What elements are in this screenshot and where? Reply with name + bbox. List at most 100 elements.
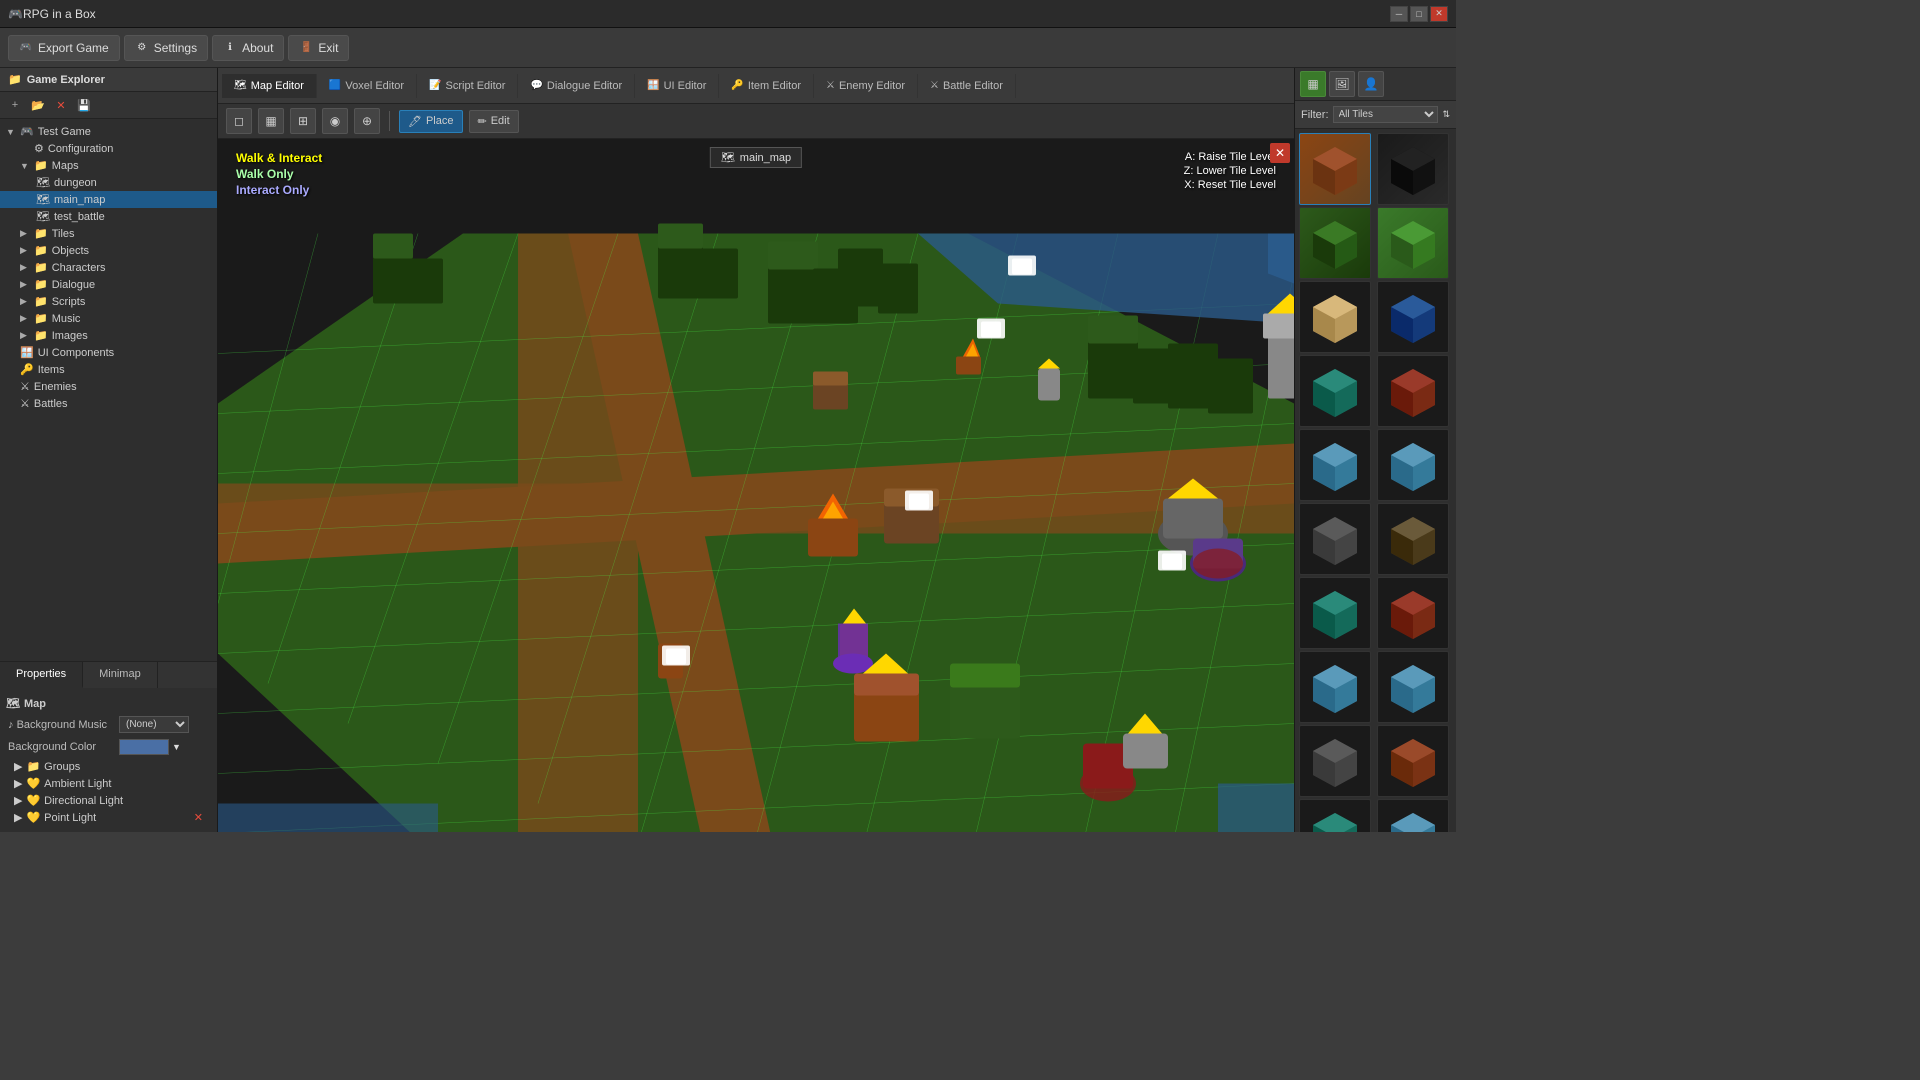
tree-item-objects[interactable]: ▶ 📁 Objects <box>0 242 217 259</box>
tab-script-editor[interactable]: 📝 Script Editor <box>417 74 518 98</box>
walk-interact-button[interactable]: Walk & Interact <box>236 151 322 165</box>
tile-item[interactable] <box>1299 725 1371 797</box>
tile-item[interactable] <box>1299 429 1371 501</box>
save-button[interactable]: 💾 <box>74 95 94 115</box>
tree-item-characters[interactable]: ▶ 📁 Characters <box>0 259 217 276</box>
tool-btn-4[interactable]: ◉ <box>322 108 348 134</box>
edit-button[interactable]: ✏ Edit <box>469 110 519 133</box>
tab-battle-editor[interactable]: ⚔ Battle Editor <box>918 74 1016 98</box>
map-close-button[interactable]: ✕ <box>1270 143 1290 163</box>
tab-enemy-editor[interactable]: ⚔ Enemy Editor <box>814 74 918 98</box>
view-btn-3[interactable]: 👤 <box>1358 71 1384 97</box>
tree-item-items[interactable]: 🔑 Items <box>0 361 217 378</box>
bg-music-select[interactable]: (None) <box>119 716 189 733</box>
minimize-button[interactable]: ─ <box>1390 6 1408 22</box>
maximize-button[interactable]: □ <box>1410 6 1428 22</box>
place-button[interactable]: 🖊 Place <box>399 110 463 133</box>
tree-item-test-battle[interactable]: 🗺 test_battle <box>0 208 217 225</box>
tile-item[interactable] <box>1299 503 1371 575</box>
tab-ui-editor[interactable]: 🪟 UI Editor <box>635 74 719 98</box>
item-tab-icon: 🔑 <box>731 80 743 91</box>
tab-dialogue-editor[interactable]: 💬 Dialogue Editor <box>518 74 635 98</box>
tree-item-enemies[interactable]: ⚔ Enemies <box>0 378 217 395</box>
export-game-button[interactable]: 🎮 Export Game <box>8 35 120 61</box>
tree-item-maps[interactable]: ▼ 📁 Maps <box>0 157 217 174</box>
tile-item[interactable] <box>1377 355 1449 427</box>
tile-item[interactable] <box>1377 281 1449 353</box>
walk-only-button[interactable]: Walk Only <box>236 167 322 181</box>
sort-icon[interactable]: ⇅ <box>1442 109 1450 120</box>
tile-item[interactable] <box>1299 207 1371 279</box>
tile-item[interactable] <box>1377 651 1449 723</box>
tool-btn-3[interactable]: ⊞ <box>290 108 316 134</box>
settings-button[interactable]: ⚙ Settings <box>124 35 208 61</box>
tile-item[interactable] <box>1377 503 1449 575</box>
directional-light-icon: 💛 <box>26 794 40 807</box>
tile-item[interactable] <box>1299 799 1371 832</box>
dialogue-folder-icon: 📁 <box>34 278 48 291</box>
props-groups[interactable]: ▶ 📁 Groups <box>6 758 211 775</box>
tab-map-editor[interactable]: 🗺 Map Editor <box>222 74 317 98</box>
tool-btn-1[interactable]: ◻ <box>226 108 252 134</box>
tree-item-music[interactable]: ▶ 📁 Music <box>0 310 217 327</box>
right-panel: ▦ 🖼 👤 Filter: All TilesGroundWallDecorat… <box>1294 68 1456 832</box>
tree-item-images[interactable]: ▶ 📁 Images <box>0 327 217 344</box>
raise-tile-label: A: Raise Tile Level <box>1184 151 1276 163</box>
tile-item[interactable] <box>1377 133 1449 205</box>
tab-properties[interactable]: Properties <box>0 662 83 688</box>
tile-item[interactable] <box>1299 577 1371 649</box>
config-icon: ⚙ <box>34 142 44 155</box>
tree-item-battles[interactable]: ⚔ Battles <box>0 395 217 412</box>
new-button[interactable]: + <box>5 95 25 115</box>
tree-item-dialogue[interactable]: ▶ 📁 Dialogue <box>0 276 217 293</box>
filter-select[interactable]: All TilesGroundWallDecoration <box>1333 106 1439 123</box>
open-button[interactable]: 📂 <box>28 95 48 115</box>
tile-item[interactable] <box>1299 133 1371 205</box>
tile-item[interactable] <box>1299 355 1371 427</box>
tile-item[interactable] <box>1377 429 1449 501</box>
view-btn-1[interactable]: ▦ <box>1300 71 1326 97</box>
props-point-light[interactable]: ▶ 💛 Point Light ✕ <box>6 809 211 826</box>
tree-item-tiles[interactable]: ▶ 📁 Tiles <box>0 225 217 242</box>
tree-item-scripts[interactable]: ▶ 📁 Scripts <box>0 293 217 310</box>
tree-item-main-map[interactable]: 🗺 main_map <box>0 191 217 208</box>
scripts-folder-icon: 📁 <box>34 295 48 308</box>
props-ambient-light[interactable]: ▶ 💛 Ambient Light <box>6 775 211 792</box>
exit-button[interactable]: 🚪 Exit <box>288 35 349 61</box>
filter-bar: Filter: All TilesGroundWallDecoration ⇅ <box>1295 101 1456 129</box>
tile-item[interactable] <box>1377 577 1449 649</box>
folder-icon: 📁 <box>8 73 22 86</box>
tile-item[interactable] <box>1377 799 1449 832</box>
props-row-bgmusic: ♪ Background Music (None) <box>6 713 211 736</box>
map-icon-prop: 🗺 <box>6 697 20 710</box>
tool-btn-5[interactable]: ⊕ <box>354 108 380 134</box>
delete-button[interactable]: ✕ <box>51 95 71 115</box>
point-light-delete-button[interactable]: ✕ <box>194 811 203 824</box>
map-tab-icon: 🗺 <box>234 80 247 91</box>
tab-voxel-editor[interactable]: 🟦 Voxel Editor <box>317 74 417 98</box>
tab-minimap[interactable]: Minimap <box>83 662 158 688</box>
map-area[interactable]: 🗺 main_map Walk & Interact Walk Only Int… <box>218 139 1294 832</box>
view-btn-2[interactable]: 🖼 <box>1329 71 1355 97</box>
tree-item-ui-components[interactable]: 🪟 UI Components <box>0 344 217 361</box>
tile-controls-overlay: A: Raise Tile Level Z: Lower Tile Level … <box>1184 151 1276 193</box>
tree-root[interactable]: ▼ 🎮 Test Game <box>0 123 217 140</box>
bg-color-swatch[interactable] <box>119 739 169 755</box>
tile-item[interactable] <box>1299 281 1371 353</box>
about-button[interactable]: ℹ About <box>212 35 284 61</box>
tile-item[interactable] <box>1377 207 1449 279</box>
interact-only-button[interactable]: Interact Only <box>236 183 322 197</box>
tile-item[interactable] <box>1377 725 1449 797</box>
music-note-icon: ♪ <box>8 719 14 731</box>
place-icon: 🖊 <box>408 115 422 128</box>
tree-item-configuration[interactable]: ⚙ Configuration <box>0 140 217 157</box>
props-directional-light[interactable]: ▶ 💛 Directional Light <box>6 792 211 809</box>
tool-btn-2[interactable]: ▦ <box>258 108 284 134</box>
close-button[interactable]: ✕ <box>1430 6 1448 22</box>
export-icon: 🎮 <box>19 41 33 55</box>
dropdown-arrow-icon[interactable]: ▼ <box>172 742 181 752</box>
tab-item-editor[interactable]: 🔑 Item Editor <box>719 74 814 98</box>
tree-item-dungeon[interactable]: 🗺 dungeon <box>0 174 217 191</box>
tile-item[interactable] <box>1299 651 1371 723</box>
map-scene[interactable] <box>218 139 1294 832</box>
